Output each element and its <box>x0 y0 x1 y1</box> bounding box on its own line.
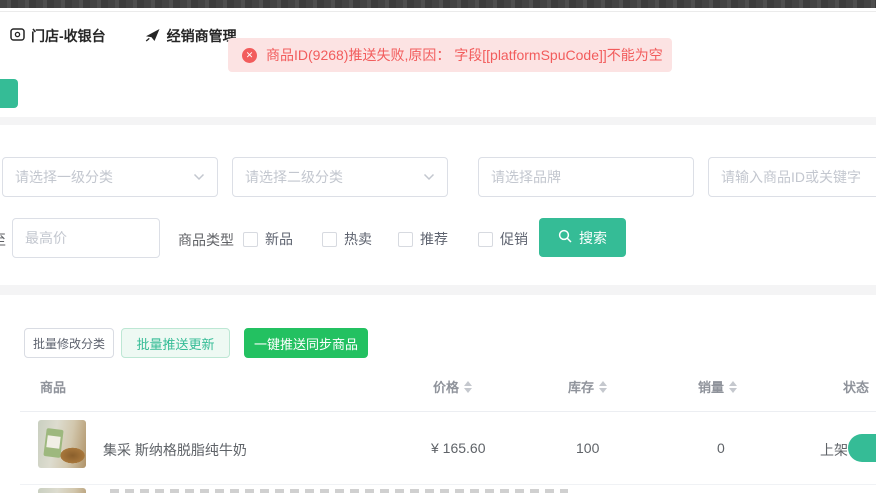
checkbox-box[interactable] <box>243 232 258 247</box>
column-label: 销量 <box>698 377 724 396</box>
product-sales: 0 <box>717 440 725 456</box>
search-button[interactable]: 搜索 <box>539 218 626 257</box>
product-status-label: 上架 <box>820 440 848 460</box>
chevron-down-icon <box>193 168 205 186</box>
batch-modify-category-button[interactable]: 批量修改分类 <box>24 328 114 358</box>
product-type-label: 商品类型 <box>178 230 234 250</box>
category-level1-input[interactable] <box>15 169 187 185</box>
column-header-product: 商品 <box>40 377 66 396</box>
tab-label: 经销商管理 <box>167 26 237 46</box>
column-label: 状态 <box>843 377 869 396</box>
column-label: 商品 <box>40 377 66 396</box>
column-header-sales: 销量 <box>698 377 737 396</box>
checkbox-label: 促销 <box>500 229 528 249</box>
product-thumbnail <box>38 420 86 468</box>
error-toast-message: 商品ID(9268)推送失败,原因： 字段[[platformSpuCode]]… <box>266 45 663 65</box>
column-header-status: 状态 <box>843 377 869 396</box>
checkbox-recommend[interactable]: 推荐 <box>398 229 448 249</box>
max-price-field[interactable] <box>12 218 160 258</box>
keyword-search-field[interactable] <box>708 157 876 197</box>
paper-plane-icon <box>144 28 161 45</box>
product-thumbnail-partial <box>38 488 86 493</box>
checkbox-label: 热卖 <box>344 229 372 249</box>
status-toggle-switch[interactable] <box>848 434 876 462</box>
checkbox-box[interactable] <box>322 232 337 247</box>
brand-input[interactable] <box>491 169 681 185</box>
column-header-price: 价格 <box>433 377 472 396</box>
cutoff-left-button[interactable] <box>0 79 18 108</box>
product-management-page: 门店-收银台 经销商管理 ✕ 商品ID(9268)推送失败,原因： 字段[[pl… <box>0 0 876 493</box>
batch-push-update-button[interactable]: 批量推送更新 <box>121 328 230 358</box>
checkbox-hot-sale[interactable]: 热卖 <box>322 229 372 249</box>
price-range-to-label: 至 <box>0 230 6 250</box>
table-header-divider <box>20 411 876 412</box>
next-row-peek <box>110 489 568 493</box>
checkbox-new-product[interactable]: 新品 <box>243 229 293 249</box>
product-price: ¥ 165.60 <box>431 440 486 456</box>
keyword-input[interactable] <box>721 169 876 185</box>
magnifier-icon <box>558 229 572 246</box>
tab-label: 门店-收银台 <box>31 26 106 46</box>
divider <box>0 11 876 12</box>
brand-select[interactable] <box>478 157 694 197</box>
section-gap <box>0 117 876 125</box>
column-header-stock: 库存 <box>568 377 607 396</box>
search-button-label: 搜索 <box>579 228 607 248</box>
one-click-push-sync-button[interactable]: 一键推送同步商品 <box>244 328 368 358</box>
section-gap <box>0 285 876 295</box>
chevron-down-icon <box>423 168 435 186</box>
tab-store-pos[interactable]: 门店-收银台 <box>10 26 106 46</box>
tab-dealer-management[interactable]: 经销商管理 <box>144 26 237 46</box>
category-level1-select[interactable] <box>2 157 218 197</box>
column-label: 价格 <box>433 377 459 396</box>
product-name: 集采 斯纳格脱脂纯牛奶 <box>103 440 247 460</box>
checkbox-label: 推荐 <box>420 229 448 249</box>
table-row-divider <box>20 484 876 485</box>
cutoff-browser-strip <box>0 0 876 8</box>
category-level2-input[interactable] <box>245 169 417 185</box>
max-price-input[interactable] <box>25 230 147 246</box>
category-level2-select[interactable] <box>232 157 448 197</box>
sort-carets-icon[interactable] <box>464 381 472 393</box>
pos-terminal-icon <box>10 27 25 45</box>
product-stock: 100 <box>576 440 599 456</box>
error-toast: ✕ 商品ID(9268)推送失败,原因： 字段[[platformSpuCode… <box>228 38 672 72</box>
checkbox-box[interactable] <box>478 232 493 247</box>
sort-carets-icon[interactable] <box>599 381 607 393</box>
column-label: 库存 <box>568 377 594 396</box>
sort-carets-icon[interactable] <box>729 381 737 393</box>
header-tabs: 门店-收银台 经销商管理 <box>10 26 237 46</box>
error-circle-icon: ✕ <box>242 48 257 63</box>
checkbox-box[interactable] <box>398 232 413 247</box>
checkbox-label: 新品 <box>265 229 293 249</box>
checkbox-promotion[interactable]: 促销 <box>478 229 528 249</box>
